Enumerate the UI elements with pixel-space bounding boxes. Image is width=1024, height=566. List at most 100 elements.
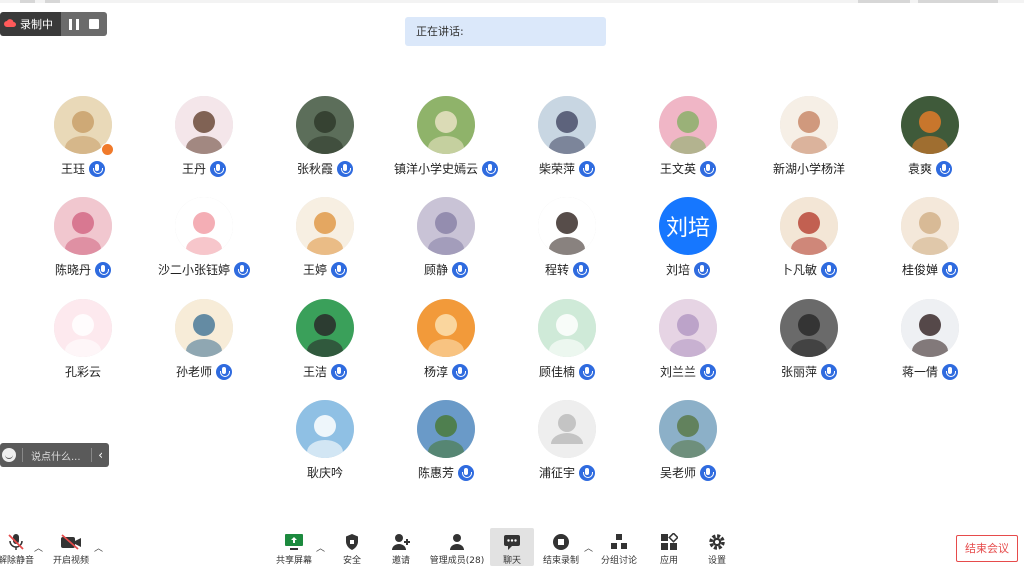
avatar — [659, 400, 717, 458]
participant-name-row: 浦征宇 — [507, 464, 627, 481]
participant-tile[interactable]: 沙二小张钰婷 — [144, 197, 264, 287]
mic-icon — [337, 160, 353, 177]
chat-input[interactable]: 说点什么... ‹ — [0, 443, 109, 467]
participant-name: 袁爽 — [907, 162, 932, 176]
mic-icon — [458, 464, 474, 481]
participant-tile[interactable]: 程转 — [507, 197, 627, 287]
participant-name: 王珏 — [60, 162, 85, 176]
participant-name-row: 顾佳楠 — [507, 363, 627, 380]
avatar — [175, 299, 233, 357]
security-button[interactable]: 安全 — [336, 528, 368, 566]
start-video-button[interactable]: 开启视频 — [50, 528, 92, 566]
mic-icon — [452, 363, 468, 380]
chevron-up-icon[interactable]: ︿ — [94, 541, 103, 554]
manage-members-label: 管理成员(28) — [429, 556, 485, 566]
avatar: 刘培 — [659, 197, 717, 255]
participant-tile[interactable]: 刘培 刘培 — [628, 197, 748, 287]
recording-bar: 录制中 — [0, 12, 107, 36]
participant-tile[interactable]: 耿庆吟 — [265, 400, 385, 490]
participant-tile[interactable]: 王珏 — [23, 96, 143, 186]
participant-tile[interactable]: 浦征宇 — [507, 400, 627, 490]
unmute-button[interactable]: 解除静音 — [0, 528, 34, 566]
stop-recording-icon[interactable] — [89, 19, 99, 29]
participant-tile[interactable]: 蒋一倩 — [870, 299, 990, 389]
manage-members-button[interactable]: 管理成员(28) — [430, 528, 484, 566]
chat-label: 聊天 — [502, 556, 521, 566]
participant-tile[interactable]: 顾佳楠 — [507, 299, 627, 389]
participant-tile[interactable]: 张丽萍 — [749, 299, 869, 389]
participant-name-row: 新湖小学杨洋 — [749, 160, 869, 177]
settings-button[interactable]: 设置 — [702, 528, 732, 566]
speaking-indicator: 正在讲话: — [405, 17, 606, 46]
chevron-up-icon[interactable]: ︿ — [34, 541, 43, 554]
chevron-left-icon[interactable]: ‹ — [98, 448, 109, 462]
participant-name-row: 沙二小张钰婷 — [144, 261, 264, 278]
participant-name: 陈晓丹 — [54, 263, 91, 277]
mic-icon — [579, 464, 595, 481]
participant-tile[interactable]: 新湖小学杨洋 — [749, 96, 869, 186]
participant-tile[interactable]: 袁爽 — [870, 96, 990, 186]
participant-tile[interactable]: 王文英 — [628, 96, 748, 186]
participant-name-row: 柴荣萍 — [507, 160, 627, 177]
mic-icon — [821, 363, 837, 380]
share-screen-button[interactable]: 共享屏幕 — [274, 528, 314, 566]
avatar — [175, 96, 233, 154]
participant-tile[interactable]: 陈惠芳 — [386, 400, 506, 490]
participant-tile[interactable]: 吴老师 — [628, 400, 748, 490]
breakout-icon — [610, 532, 628, 551]
bottom-toolbar: 解除静音 ︿ 开启视频 ︿ 共享屏幕 ︿ 安全 邀请 管理成员(28) 聊天 结… — [0, 528, 1024, 566]
participant-name: 孔彩云 — [64, 365, 101, 379]
participant-tile[interactable]: 顾静 — [386, 197, 506, 287]
invite-button[interactable]: 邀请 — [386, 528, 416, 566]
end-recording-button[interactable]: 结束录制 — [540, 528, 582, 566]
breakout-label: 分组讨论 — [600, 556, 637, 566]
participant-tile[interactable]: 卜凡敏 — [749, 197, 869, 287]
gear-icon — [708, 532, 726, 551]
chevron-up-icon[interactable]: ︿ — [316, 541, 325, 554]
participant-name: 孙老师 — [175, 365, 212, 379]
breakout-rooms-button[interactable]: 分组讨论 — [600, 528, 638, 566]
participant-name-row: 卜凡敏 — [749, 261, 869, 278]
top-edge — [0, 0, 1024, 3]
avatar — [175, 197, 233, 255]
participant-name-row: 杨淳 — [386, 363, 506, 380]
apps-button[interactable]: 应用 — [654, 528, 684, 566]
emoji-icon[interactable] — [2, 448, 16, 462]
participant-tile[interactable]: 柴荣萍 — [507, 96, 627, 186]
security-label: 安全 — [342, 556, 361, 566]
settings-label: 设置 — [707, 556, 726, 566]
participant-name: 陈惠芳 — [417, 466, 454, 480]
participant-name: 王婷 — [302, 263, 327, 277]
participant-tile[interactable]: 孔彩云 — [23, 299, 143, 389]
participant-name-row: 刘兰兰 — [628, 363, 748, 380]
pause-recording-icon[interactable] — [69, 18, 79, 30]
avatar — [780, 96, 838, 154]
mic-icon — [216, 363, 232, 380]
participant-name: 新湖小学杨洋 — [772, 162, 845, 176]
avatar — [417, 299, 475, 357]
participant-tile[interactable]: 杨淳 — [386, 299, 506, 389]
participant-tile[interactable]: 张秋霞 — [265, 96, 385, 186]
participant-tile[interactable]: 王丹 — [144, 96, 264, 186]
participant-name-row: 王珏 — [23, 160, 143, 177]
chat-button[interactable]: 聊天 — [490, 528, 534, 566]
participant-tile[interactable]: 镇洋小学史嫣云 — [386, 96, 506, 186]
chat-icon — [503, 532, 521, 551]
end-meeting-button[interactable]: 结束会议 — [956, 535, 1018, 562]
avatar — [54, 197, 112, 255]
avatar — [296, 197, 354, 255]
participant-tile[interactable]: 王洁 — [265, 299, 385, 389]
participant-name: 程转 — [544, 263, 569, 277]
participant-tile[interactable]: 刘兰兰 — [628, 299, 748, 389]
avatar — [659, 96, 717, 154]
participant-tile[interactable]: 孙老师 — [144, 299, 264, 389]
mic-icon — [210, 160, 226, 177]
add-user-icon — [391, 532, 411, 551]
avatar — [780, 197, 838, 255]
participant-name-row: 镇洋小学史嫣云 — [386, 160, 506, 177]
chevron-up-icon[interactable]: ︿ — [584, 541, 593, 554]
participant-name-row: 袁爽 — [870, 160, 990, 177]
participant-tile[interactable]: 陈晓丹 — [23, 197, 143, 287]
participant-tile[interactable]: 桂俊婵 — [870, 197, 990, 287]
participant-tile[interactable]: 王婷 — [265, 197, 385, 287]
